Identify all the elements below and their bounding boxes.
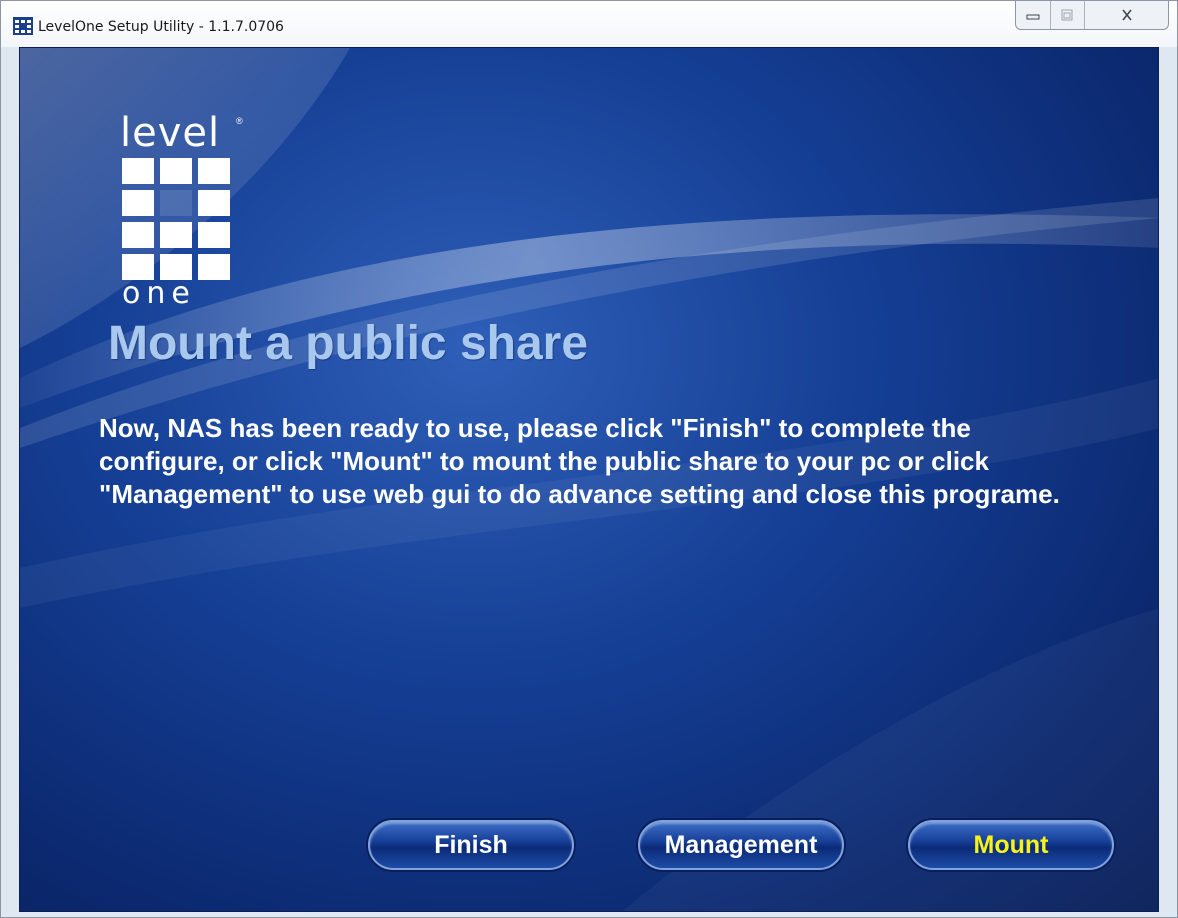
logo-one-text: one xyxy=(122,276,196,311)
logo-registered-mark: ® xyxy=(236,116,243,126)
page-title: Mount a public share xyxy=(108,317,589,370)
instruction-text: Now, NAS has been ready to use, please c… xyxy=(99,413,1060,509)
finish-button[interactable]: Finish xyxy=(368,820,574,870)
title-bar[interactable]: LevelOne Setup Utility - 1.1.7.0706 xyxy=(1,1,1177,47)
logo-grid-icon xyxy=(122,158,230,280)
close-icon xyxy=(1121,9,1132,21)
management-button[interactable]: Management xyxy=(638,820,844,870)
window-controls xyxy=(1015,1,1169,30)
maximize-button[interactable] xyxy=(1051,1,1086,29)
wizard-panel: level ® one Mount a public share Now, NA… xyxy=(19,47,1159,912)
mount-button[interactable]: Mount xyxy=(908,820,1114,870)
minimize-icon xyxy=(1026,14,1040,20)
minimize-button[interactable] xyxy=(1016,1,1051,29)
logo-level-text: level xyxy=(120,110,221,156)
close-button[interactable] xyxy=(1085,1,1168,29)
setup-utility-window: LevelOne Setup Utility - 1.1.7.0706 leve… xyxy=(0,0,1178,918)
window-title: LevelOne Setup Utility - 1.1.7.0706 xyxy=(38,19,284,35)
maximize-icon xyxy=(1061,9,1073,21)
levelone-app-icon xyxy=(13,17,33,35)
levelone-logo: level ® one xyxy=(120,108,250,311)
